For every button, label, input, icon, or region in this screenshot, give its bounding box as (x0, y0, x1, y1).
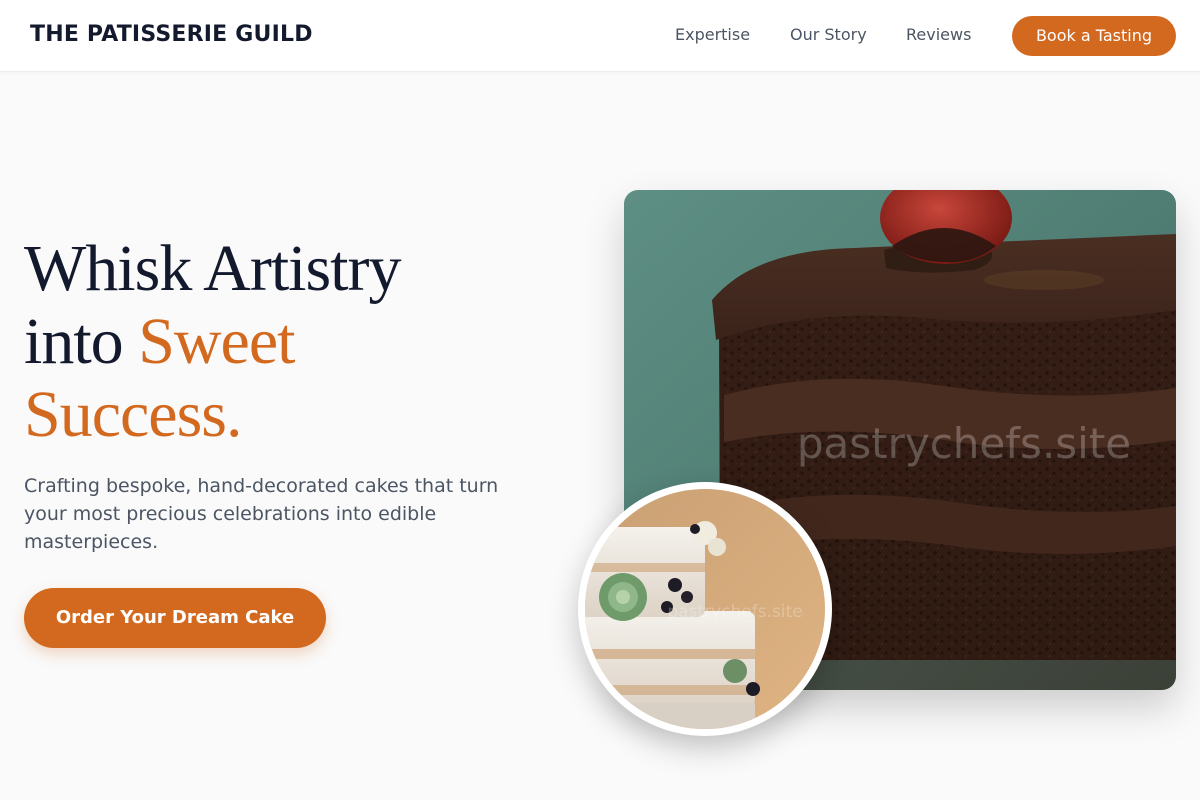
hero-title-accent-success: Success. (24, 378, 242, 451)
hero-title-accent-sweet: Sweet (138, 305, 295, 378)
round-photo-watermark: pastrychefs.site (667, 602, 802, 622)
wedding-cake-illustration: pastrychefs.site (585, 489, 825, 729)
order-dream-cake-button[interactable]: Order Your Dream Cake (24, 588, 326, 648)
hero-title: Whisk Artistry into Sweet Success. (24, 232, 544, 451)
hero-title-line1: Whisk Artistry (24, 232, 401, 305)
nav-link-reviews[interactable]: Reviews (906, 25, 971, 45)
main-photo-watermark: pastrychefs.site (797, 419, 1131, 468)
book-tasting-button[interactable]: Book a Tasting (1012, 16, 1176, 56)
hero-title-line2-prefix: into (24, 305, 139, 378)
nav-link-expertise[interactable]: Expertise (675, 25, 750, 45)
hero-subtitle: Crafting bespoke, hand-decorated cakes t… (24, 475, 499, 553)
wedding-cake-photo: pastrychefs.site (578, 482, 832, 736)
top-navbar: THE PATISSERIE GUILD Expertise Our Story… (0, 0, 1200, 72)
brand-logo[interactable]: THE PATISSERIE GUILD (30, 21, 313, 49)
nav-link-our-story[interactable]: Our Story (790, 25, 867, 45)
